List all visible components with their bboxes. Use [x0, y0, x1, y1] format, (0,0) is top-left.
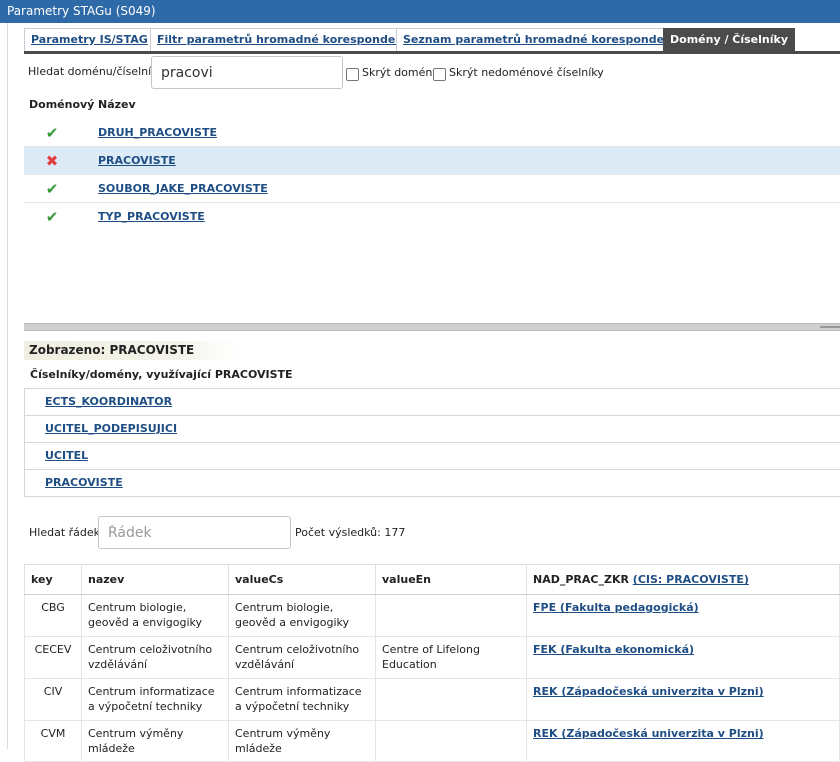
tab-filtr-parametru[interactable]: Filtr parametrů hromadné korespondence: [150, 28, 425, 51]
table-row: CVM Centrum výměny mládeže Centrum výměn…: [24, 720, 840, 762]
cell-nazev: Centrum biologie, geověd a envigogiky: [81, 594, 229, 637]
domain-link[interactable]: SOUBOR_JAKE_PRACOVISTE: [98, 182, 268, 195]
list-item: ECTS_KOORDINATOR: [25, 389, 840, 416]
cell-valuecs: Centrum výměny mládeže: [228, 720, 376, 762]
nad-link[interactable]: FPE (Fakulta pedagogická): [533, 601, 699, 614]
cell-key: CECEV: [24, 636, 82, 679]
row-search-label: Hledat řádek:: [29, 526, 104, 539]
col-header-nad-prac-zkr: NAD_PRAC_ZKR (CIS: PRACOVISTE): [526, 564, 840, 595]
domain-row-selected[interactable]: ✖ PRACOVISTE: [24, 147, 840, 175]
col-header-name: Název: [98, 98, 136, 111]
splitter-grip-icon[interactable]: [820, 326, 840, 328]
col-header-valueen: valueEn: [375, 564, 527, 595]
cell-valueen: [375, 594, 527, 637]
cell-valueen: [375, 720, 527, 762]
using-title: Číselníky/domény, využívající PRACOVISTE: [30, 368, 293, 381]
hide-domains-label: Skrýt domény: [362, 66, 439, 79]
hide-nondomain-checkbox[interactable]: [433, 68, 446, 81]
using-link[interactable]: UCITEL: [45, 449, 88, 462]
check-icon: ✔: [45, 208, 59, 226]
domain-search-input[interactable]: [151, 56, 343, 89]
cell-valuecs: Centrum biologie, geověd a envigogiky: [228, 594, 376, 637]
cell-nazev: Centrum celoživotního vzdělávání: [81, 636, 229, 679]
col-header-key: key: [24, 564, 82, 595]
domain-row[interactable]: ✔ TYP_PRACOVISTE: [24, 203, 840, 231]
cell-nazev: Centrum výměny mládeže: [81, 720, 229, 762]
cis-pracoviste-link[interactable]: (CIS: PRACOVISTE): [633, 573, 749, 586]
left-border: [7, 23, 8, 749]
cell-valuecs: Centrum informatizace a výpočetní techni…: [228, 678, 376, 721]
cross-icon: ✖: [45, 152, 59, 170]
using-list: ECTS_KOORDINATOR UCITEL_PODEPISUJICI UCI…: [24, 388, 840, 497]
values-table: key nazev valueCs valueEn NAD_PRAC_ZKR (…: [24, 564, 840, 762]
row-search-input[interactable]: [98, 516, 291, 549]
pane-splitter[interactable]: [24, 323, 840, 331]
cell-nad: REK (Západočeská univerzita v Plzni): [526, 720, 840, 762]
hide-nondomain-label: Skrýt nedoménové číselníky: [449, 66, 604, 79]
list-item: UCITEL: [25, 443, 840, 470]
cell-nad: FPE (Fakulta pedagogická): [526, 594, 840, 637]
result-count: Počet výsledků: 177: [295, 526, 406, 539]
tab-bar: Parametry IS/STAG Filtr parametrů hromad…: [24, 28, 840, 54]
using-link[interactable]: ECTS_KOORDINATOR: [45, 395, 172, 408]
table-header-row: key nazev valueCs valueEn NAD_PRAC_ZKR (…: [24, 564, 840, 595]
check-icon: ✔: [45, 124, 59, 142]
search-label: Hledat doménu/číselník:: [28, 65, 162, 78]
table-row: CBG Centrum biologie, geověd a envigogik…: [24, 594, 840, 637]
domain-row[interactable]: ✔ SOUBOR_JAKE_PRACOVISTE: [24, 175, 840, 203]
table-row: CECEV Centrum celoživotního vzdělávání C…: [24, 636, 840, 679]
cell-key: CVM: [24, 720, 82, 762]
domain-link[interactable]: PRACOVISTE: [98, 154, 176, 167]
tab-baseline: [24, 51, 840, 54]
hide-domains-checkbox[interactable]: [346, 68, 359, 81]
nad-link[interactable]: REK (Západočeská univerzita v Plzni): [533, 685, 764, 698]
cell-nazev: Centrum informatizace a výpočetní techni…: [81, 678, 229, 721]
cell-key: CIV: [24, 678, 82, 721]
nad-link[interactable]: FEK (Fakulta ekonomická): [533, 643, 694, 656]
cell-valueen: [375, 678, 527, 721]
nad-link[interactable]: REK (Západočeská univerzita v Plzni): [533, 727, 764, 740]
table-row: CIV Centrum informatizace a výpočetní te…: [24, 678, 840, 721]
col-header-domain: Doménový: [29, 98, 95, 111]
list-item: UCITEL_PODEPISUJICI: [25, 416, 840, 443]
domain-link[interactable]: DRUH_PRACOVISTE: [98, 126, 217, 139]
cell-nad: REK (Západočeská univerzita v Plzni): [526, 678, 840, 721]
tab-domeny-ciselniky[interactable]: Domény / Číselníky: [663, 28, 795, 51]
cell-valueen: Centre of Lifelong Education: [375, 636, 527, 679]
list-item: PRACOVISTE: [25, 470, 840, 497]
shown-label: Zobrazeno: PRACOVISTE: [24, 341, 238, 360]
tab-seznam-parametru[interactable]: Seznam parametrů hromadné korespondence: [396, 28, 693, 51]
window-title: Parametry STAGu (S049): [0, 0, 840, 23]
using-link[interactable]: PRACOVISTE: [45, 476, 123, 489]
cell-nad: FEK (Fakulta ekonomická): [526, 636, 840, 679]
cell-key: CBG: [24, 594, 82, 637]
cell-valuecs: Centrum celoživotního vzdělávání: [228, 636, 376, 679]
nad-header-text: NAD_PRAC_ZKR: [533, 573, 629, 586]
col-header-valuecs: valueCs: [228, 564, 376, 595]
col-header-nazev: nazev: [81, 564, 229, 595]
using-link[interactable]: UCITEL_PODEPISUJICI: [45, 422, 177, 435]
check-icon: ✔: [45, 180, 59, 198]
tab-parametry-is-stag[interactable]: Parametry IS/STAG: [24, 28, 155, 51]
domain-row[interactable]: ✔ DRUH_PRACOVISTE: [24, 119, 840, 147]
domain-link[interactable]: TYP_PRACOVISTE: [98, 210, 205, 223]
